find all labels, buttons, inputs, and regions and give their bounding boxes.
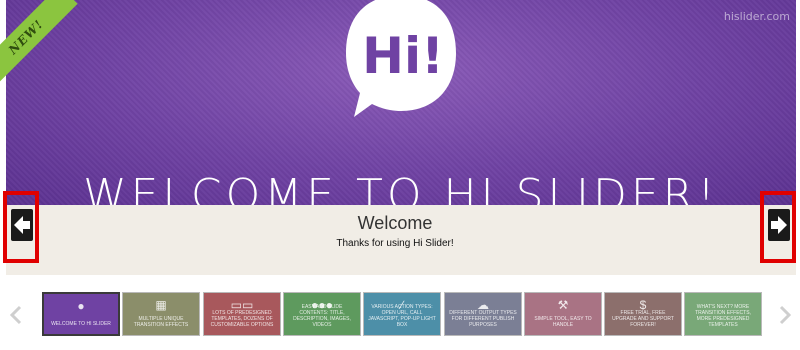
tools-icon: ⚒ — [557, 298, 569, 312]
thumbnails-prev-icon[interactable] — [8, 305, 24, 325]
thumbnail-item[interactable]: ∕ VARIOUS ACTION TYPES: OPEN URL, CALL JA… — [363, 292, 441, 336]
thumbnail-label: FREE TRIAL, FREE UPGRADE AND SUPPORT FOR… — [612, 310, 674, 328]
slide-image[interactable]: hislider.com Hi! WELCOME TO HI SLIDER! — [6, 0, 796, 205]
grid-icon: ▦ — [155, 298, 167, 312]
thumbnail-item[interactable]: ▦ MULTIPLE UNIQUE TRANSITION EFFECTS — [122, 292, 200, 336]
prev-slide-button[interactable] — [3, 191, 39, 263]
thumbnail-item[interactable]: ⚒ SIMPLE TOOL, EASY TO HANDLE — [524, 292, 602, 336]
thumbnail-label: WELCOME TO HI SLIDER — [51, 321, 111, 327]
next-slide-button[interactable] — [760, 191, 796, 263]
logo-text: Hi! — [362, 27, 444, 85]
speech-bubble-logo: Hi! — [346, 0, 456, 117]
arrow-right-icon — [771, 216, 787, 234]
arrow-left-icon — [14, 216, 30, 234]
thumbnail-item[interactable]: $ FREE TRIAL, FREE UPGRADE AND SUPPORT FO… — [604, 292, 682, 336]
thumbnail-item[interactable]: ●●● EASY ADD SLIDE CONTENTS: TITLE, DESCR… — [283, 292, 361, 336]
thumbnail-label: LOTS OF PREDESIGNED TEMPLATES, DOZENS OF… — [210, 310, 274, 328]
watermark-text: hislider.com — [723, 10, 790, 23]
thumbnail-item[interactable]: ▭▭ LOTS OF PREDESIGNED TEMPLATES, DOZENS … — [203, 292, 281, 336]
caption-title: Welcome — [357, 213, 433, 233]
thumbnail-label: VARIOUS ACTION TYPES: OPEN URL, CALL JAV… — [368, 304, 436, 328]
thumbnail-label: SIMPLE TOOL, EASY TO HANDLE — [534, 316, 592, 328]
thumbnail-item[interactable]: ● WELCOME TO HI SLIDER — [42, 292, 120, 336]
thumbnail-label: EASY ADD SLIDE CONTENTS: TITLE, DESCRIPT… — [293, 304, 351, 328]
slider-widget: hislider.com Hi! WELCOME TO HI SLIDER! N… — [0, 0, 800, 350]
thumbnails-next-icon[interactable] — [777, 305, 793, 325]
hi-logo-icon: ● — [77, 299, 85, 313]
thumbnail-item[interactable]: ☁ DIFFERENT OUTPUT TYPES FOR DIFFERENT PU… — [444, 292, 522, 336]
thumbnail-label: MULTIPLE UNIQUE TRANSITION EFFECTS — [133, 316, 189, 328]
slide-headline: WELCOME TO HI SLIDER! — [83, 170, 719, 205]
thumbnail-label: WHAT'S NEXT? MORE TRANSITION EFFECTS, MO… — [695, 304, 751, 328]
thumbnail-item[interactable]: WHAT'S NEXT? MORE TRANSITION EFFECTS, MO… — [684, 292, 762, 336]
caption-description: Thanks for using Hi Slider! — [336, 238, 454, 249]
thumbnail-label: DIFFERENT OUTPUT TYPES FOR DIFFERENT PUB… — [449, 310, 517, 328]
